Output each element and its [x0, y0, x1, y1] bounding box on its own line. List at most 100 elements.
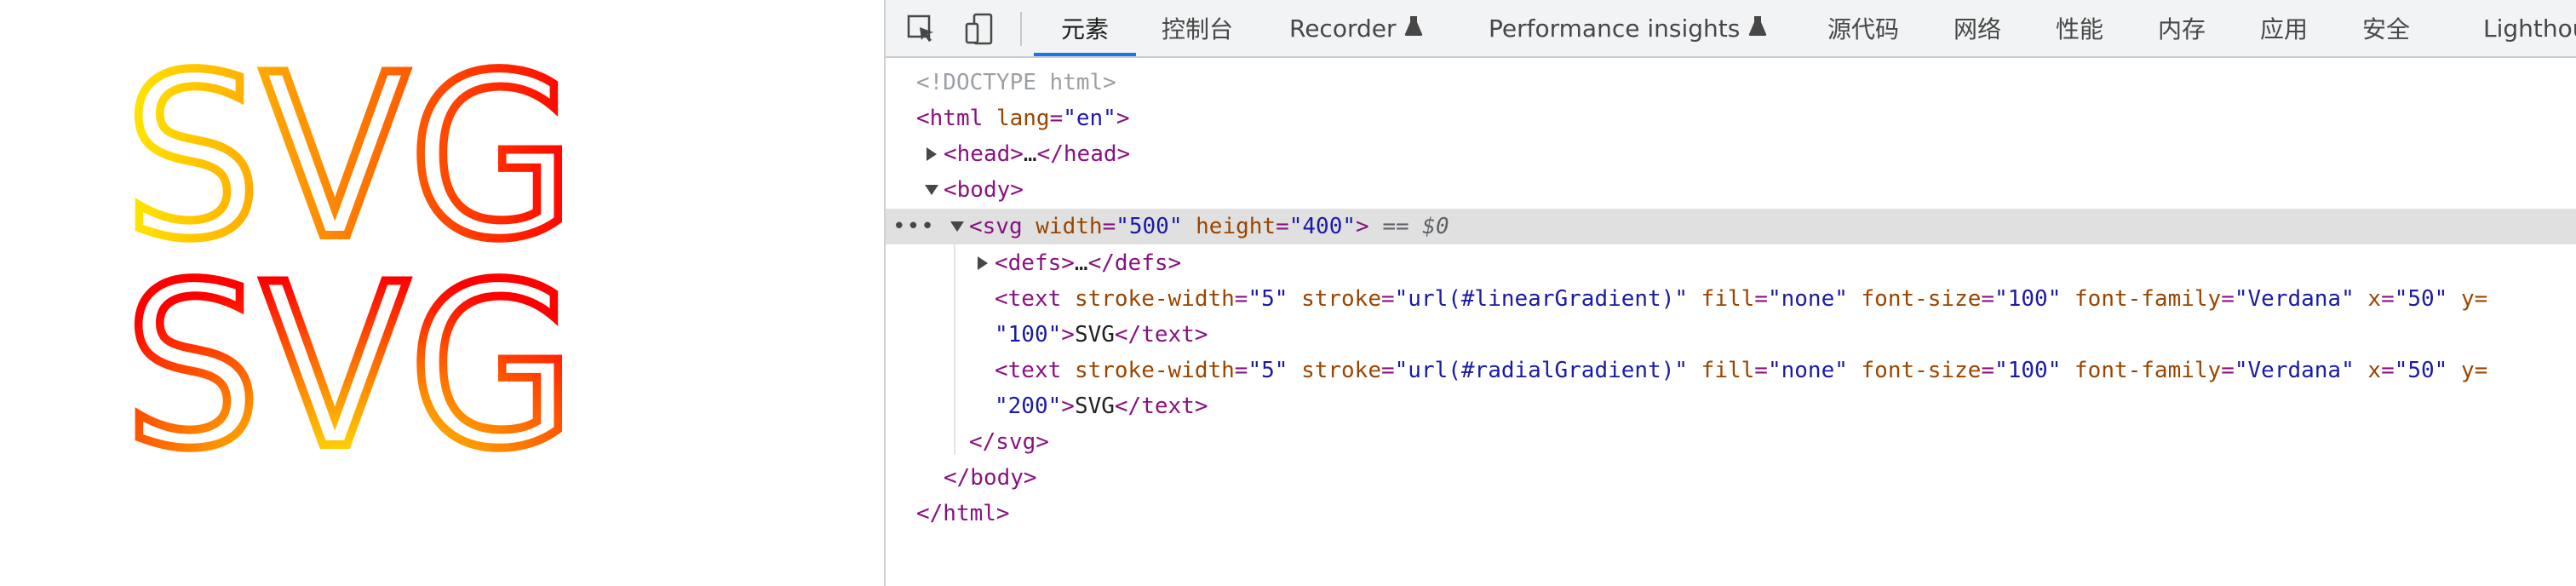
attr-name: font-family [2074, 286, 2222, 312]
tree-node-svg-selected[interactable]: ••• <svg width="500" height="400"> == $0 [886, 209, 2576, 244]
expand-arrow-icon[interactable] [978, 256, 988, 270]
tab-sources[interactable]: 源代码 [1827, 0, 1899, 56]
attr-value: "200" [995, 394, 1062, 419]
head-open-tag: <head> [944, 141, 1024, 167]
tag-bracket: > [1356, 214, 1369, 239]
attr-value: "100" [995, 322, 1062, 348]
attr-value: "50" [2394, 286, 2448, 312]
tree-node-svg-close[interactable]: </svg> [886, 424, 2576, 460]
attr-value: "Verdana" [2234, 358, 2355, 383]
body-open-tag: <body> [944, 177, 1024, 203]
attr-name: x [2367, 358, 2382, 383]
tree-node-html-close[interactable]: </html> [886, 496, 2576, 531]
tag-name: svg [982, 214, 1023, 239]
tab-label: 元素 [1061, 15, 1110, 43]
collapse-arrow-icon[interactable] [925, 185, 938, 195]
attr-name: y= [2461, 358, 2488, 383]
tree-node-text-1[interactable]: <text stroke-width="5" stroke="url(#line… [886, 281, 2576, 317]
text-close-tag: </text> [1114, 394, 1208, 419]
tag-bracket: < [995, 286, 1008, 312]
attr-value: "5" [1248, 358, 1288, 383]
attr-name: font-family [2074, 358, 2222, 383]
attr-name: height [1196, 214, 1277, 239]
tag-bracket: < [916, 106, 930, 131]
defs-open-tag: <defs> [995, 250, 1075, 276]
doctype-text: <!DOCTYPE html> [916, 70, 1116, 95]
tag-bracket: > [1061, 394, 1075, 419]
tab-recorder[interactable]: Recorder [1289, 0, 1423, 56]
attr-value: "100" [1994, 358, 2062, 383]
defs-close-tag: </defs> [1087, 250, 1182, 276]
text-close-tag: </text> [1114, 322, 1208, 348]
tab-label: Recorder [1289, 14, 1397, 43]
tag-bracket: < [995, 358, 1008, 383]
flask-icon [1748, 14, 1767, 43]
tag-name: html [929, 106, 984, 131]
attr-value: "400" [1288, 214, 1357, 239]
tab-memory[interactable]: 内存 [2158, 0, 2206, 56]
collapse-arrow-icon[interactable] [950, 221, 964, 232]
tab-application[interactable]: 应用 [2260, 0, 2308, 56]
tag-bracket: > [1061, 322, 1075, 348]
tree-node-text-1-wrap[interactable]: "100">SVG</text> [886, 317, 2576, 353]
tab-label: Performance insights [1489, 14, 1741, 43]
attr-value: "url(#radialGradient)" [1394, 358, 1689, 383]
html-close-tag: </html> [916, 501, 1010, 526]
attr-value: "en" [1063, 106, 1116, 131]
tree-node-doctype[interactable]: <!DOCTYPE html> [886, 65, 2576, 101]
elements-tree[interactable]: <!DOCTYPE html> <html lang="en"> <head>…… [886, 58, 2576, 586]
defs-ellipsis: … [1074, 250, 1088, 276]
svg-close-tag: </svg> [969, 429, 1049, 455]
attr-name: stroke-width [1074, 286, 1235, 312]
tree-node-body[interactable]: <body> [886, 172, 2576, 208]
attr-name: font-size [1861, 286, 1982, 312]
tree-node-text-2[interactable]: <text stroke-width="5" stroke="url(#radi… [886, 353, 2576, 388]
svg-text-radial: SVG [124, 237, 576, 498]
tab-performance[interactable]: 性能 [2056, 0, 2103, 56]
svg-canvas: SVG SVG [120, 23, 580, 503]
select-element-icon[interactable] [904, 12, 938, 46]
more-actions-icon[interactable]: ••• [892, 209, 935, 244]
tab-label: 控制台 [1162, 15, 1234, 43]
attr-name: y= [2461, 286, 2488, 312]
tree-node-html[interactable]: <html lang="en"> [886, 101, 2576, 136]
tab-security[interactable]: 安全 [2362, 0, 2410, 56]
tab-network[interactable]: 网络 [1954, 0, 2001, 56]
tab-console[interactable]: 控制台 [1162, 0, 1233, 56]
tree-node-defs[interactable]: <defs>…</defs> [886, 245, 2576, 281]
tab-lighthouse[interactable]: Lighthouse [2483, 0, 2576, 56]
text-content: SVG [1074, 394, 1115, 419]
tab-label: 内存 [2158, 15, 2206, 43]
tag-bracket: > [1116, 106, 1130, 131]
attr-value: "url(#linearGradient)" [1394, 286, 1689, 312]
tab-performance-insights[interactable]: Performance insights [1489, 0, 1767, 56]
attr-value: "none" [1767, 358, 1848, 383]
attr-name: width [1036, 214, 1103, 239]
attr-name: fill [1701, 358, 1755, 383]
tree-node-text-2-wrap[interactable]: "200">SVG</text> [886, 388, 2576, 424]
attr-name: lang [995, 106, 1050, 131]
body-close-tag: </body> [944, 465, 1037, 491]
attr-value: "500" [1116, 214, 1183, 239]
attr-value: "none" [1767, 286, 1848, 312]
tree-node-head[interactable]: <head>…</head> [886, 136, 2576, 172]
attr-name: x [2367, 286, 2382, 312]
tag-name: text [1007, 286, 1062, 312]
attr-name: fill [1701, 286, 1755, 312]
attr-name: stroke [1301, 358, 1381, 383]
tab-label: 应用 [2260, 15, 2309, 43]
tab-elements[interactable]: 元素 [1061, 0, 1109, 56]
attr-value: "Verdana" [2234, 286, 2355, 312]
attr-value: "50" [2394, 358, 2448, 383]
device-toolbar-icon[interactable] [962, 12, 996, 46]
head-close-tag: </head> [1036, 141, 1131, 167]
tree-node-body-close[interactable]: </body> [886, 460, 2576, 496]
tag-bracket: < [969, 214, 983, 239]
devtools-toolbar: 元素 控制台 Recorder Performance insights 源代码… [886, 0, 2576, 58]
rendered-page: SVG SVG [0, 0, 884, 586]
tab-label: 网络 [1954, 15, 2002, 43]
text-content: SVG [1074, 322, 1115, 348]
attr-equals: = [1049, 106, 1064, 131]
flask-icon [1404, 14, 1423, 43]
expand-arrow-icon[interactable] [927, 147, 937, 161]
